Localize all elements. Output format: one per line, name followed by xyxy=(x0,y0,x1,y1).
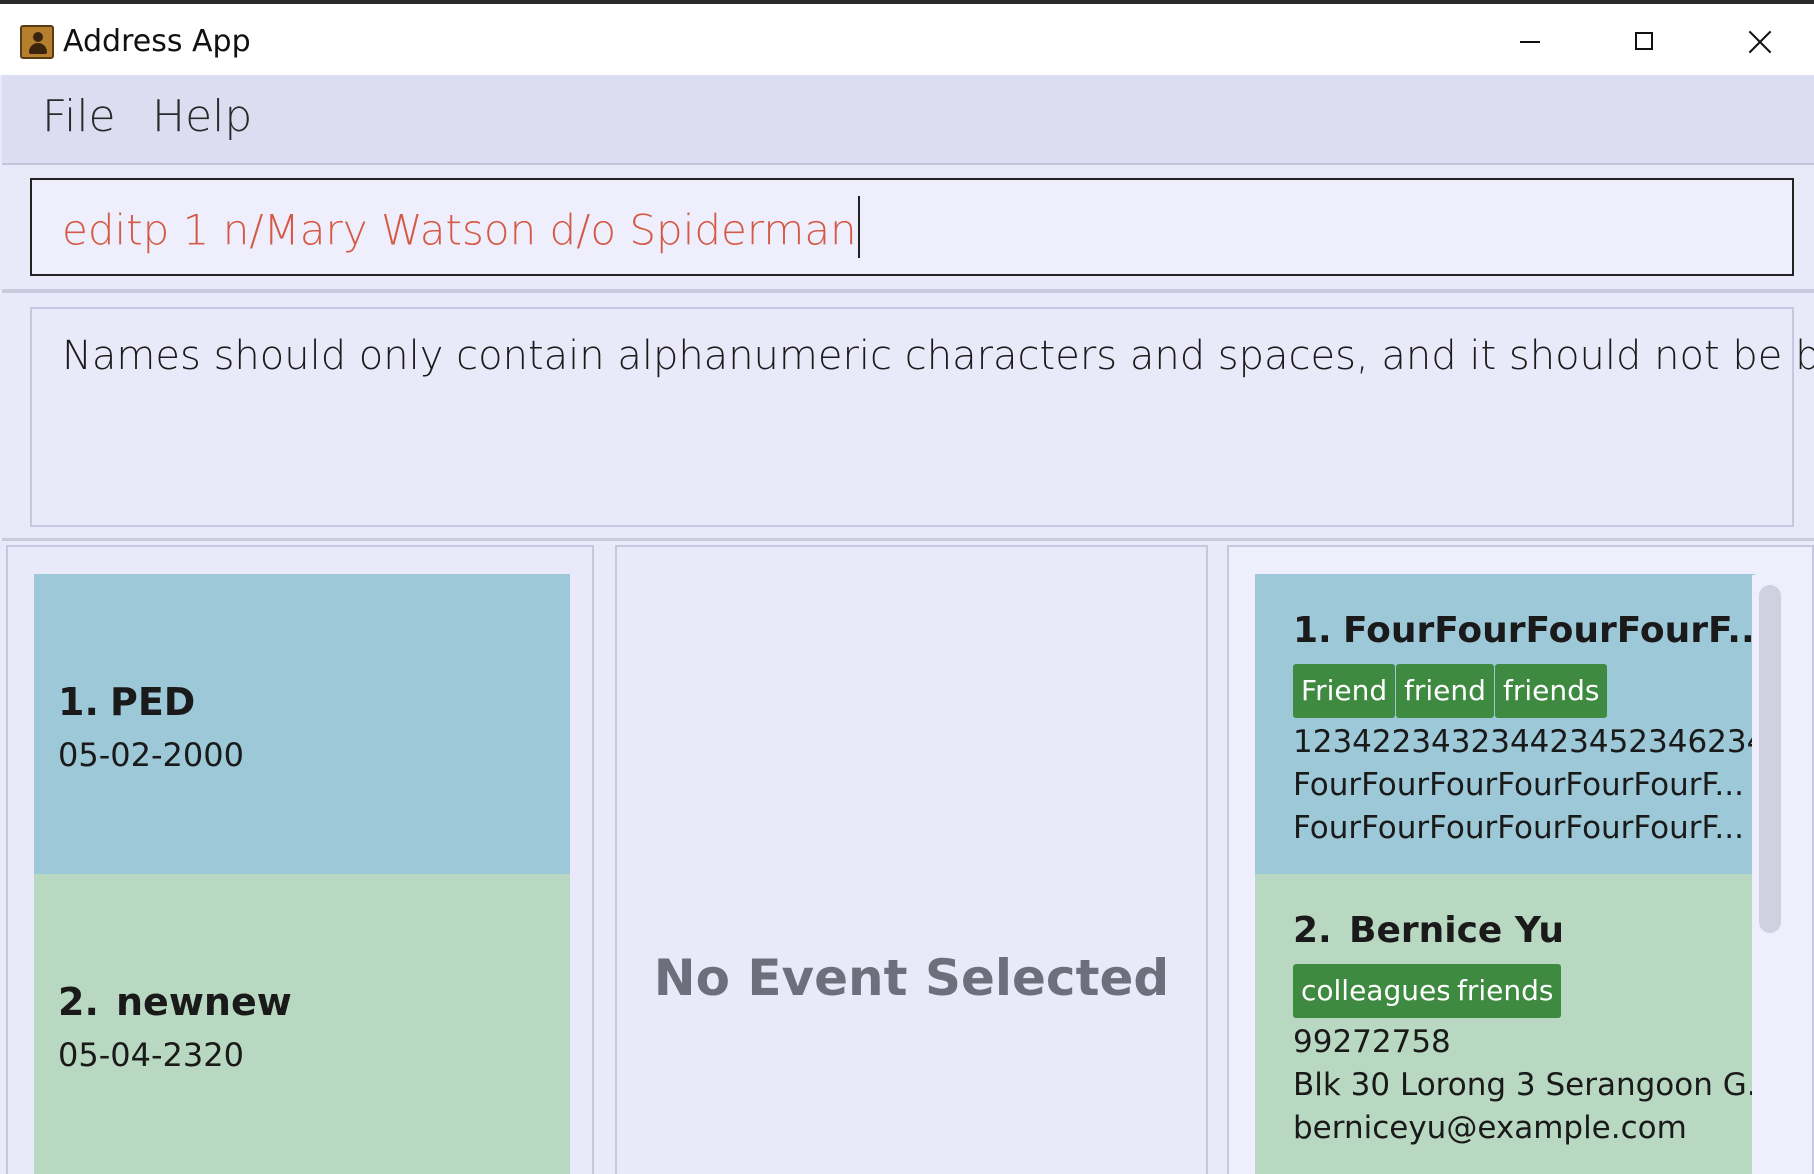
person-list-panel: 1. FourFourFourFourF... Friend friend fr… xyxy=(1227,545,1814,1174)
close-icon xyxy=(1748,30,1772,54)
result-display: Names should only contain alphanumeric c… xyxy=(30,307,1814,527)
command-input[interactable]: editp 1 n/Mary Watson d/o Spiderman xyxy=(62,196,860,264)
person-phone: 99272758 xyxy=(1293,1024,1451,1060)
minimize-icon xyxy=(1520,41,1540,43)
event-card[interactable]: 1. PED 05-02-2000 xyxy=(34,574,570,874)
event-date: 05-04-2320 xyxy=(58,1036,244,1074)
command-box[interactable]: editp 1 n/Mary Watson d/o Spiderman xyxy=(30,178,1794,276)
event-card[interactable]: 2. newnew 05-04-2320 xyxy=(34,874,570,1174)
menu-bar: File Help xyxy=(2,75,1814,165)
person-email: berniceyu@example.com xyxy=(1293,1110,1687,1146)
app-window: Address App File Help editp 1 n/Mary Wat… xyxy=(0,0,1814,1174)
result-message: Names should only contain alphanumeric c… xyxy=(62,333,1814,379)
tag: friend xyxy=(1396,664,1494,718)
maximize-button[interactable] xyxy=(1590,8,1700,75)
person-name: FourFourFourFourF... xyxy=(1343,610,1769,651)
no-event-selected-label: No Event Selected xyxy=(653,949,1170,1007)
person-address: FourFourFourFourFourFourF... xyxy=(1293,767,1744,803)
event-index: 2. xyxy=(58,980,99,1024)
minimize-button[interactable] xyxy=(1475,8,1585,75)
divider[interactable] xyxy=(2,538,1814,541)
close-button[interactable] xyxy=(1705,8,1814,75)
divider[interactable] xyxy=(2,289,1814,293)
menu-file[interactable]: File xyxy=(42,91,116,142)
person-index: 1. xyxy=(1293,610,1332,651)
text-cursor xyxy=(857,196,860,258)
address-book-icon xyxy=(20,25,54,59)
person-index: 2. xyxy=(1293,910,1332,951)
person-name: Bernice Yu xyxy=(1349,910,1564,951)
event-detail-panel: No Event Selected xyxy=(615,545,1208,1174)
title-bar[interactable]: Address App xyxy=(0,4,1814,75)
menu-help[interactable]: Help xyxy=(152,91,252,142)
person-card[interactable]: 2. Bernice Yu colleagues friends 9927275… xyxy=(1255,874,1776,1174)
scrollbar-thumb[interactable] xyxy=(1759,585,1781,933)
event-index: 1. xyxy=(58,680,99,724)
person-email: FourFourFourFourFourFourF... xyxy=(1293,810,1744,846)
command-input-text: editp 1 n/Mary Watson d/o Spiderman xyxy=(62,205,857,255)
tag: Friend xyxy=(1293,664,1396,718)
person-address: Blk 30 Lorong 3 Serangoon G... xyxy=(1293,1067,1777,1103)
event-name: PED xyxy=(110,680,196,724)
tag: friends xyxy=(1449,964,1562,1018)
event-date: 05-02-2000 xyxy=(58,736,244,774)
tag: friends xyxy=(1495,664,1608,718)
person-card[interactable]: 1. FourFourFourFourF... Friend friend fr… xyxy=(1255,574,1768,874)
window-title: Address App xyxy=(63,24,251,59)
tag: colleagues xyxy=(1293,964,1459,1018)
person-phone: 12342234323442345234623​4 xyxy=(1293,724,1767,760)
maximize-icon xyxy=(1635,32,1653,50)
event-name: newnew xyxy=(116,980,292,1024)
event-list-panel: 1. PED 05-02-2000 2. newnew 05-04-2320 xyxy=(6,545,594,1174)
